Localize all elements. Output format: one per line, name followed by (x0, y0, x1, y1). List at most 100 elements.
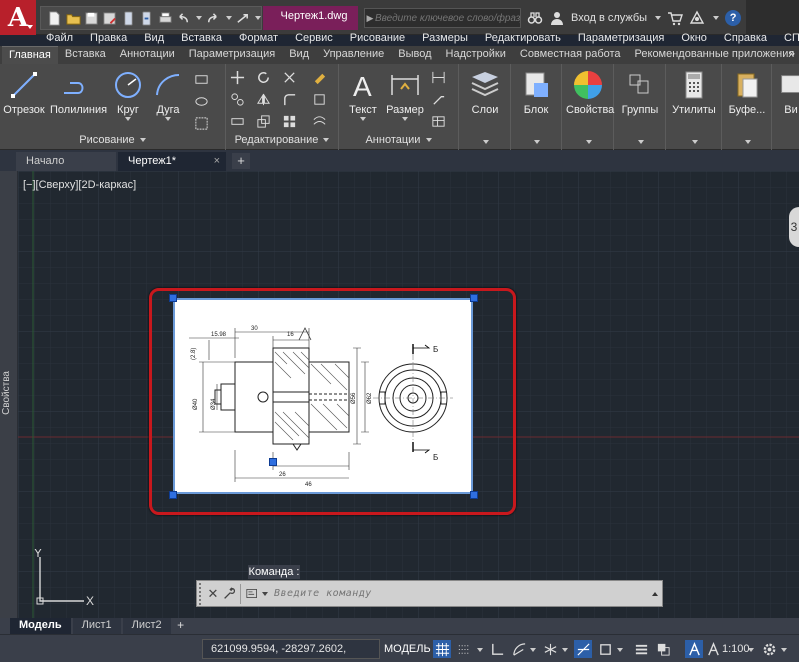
layout-tab-model[interactable]: Модель (10, 618, 71, 634)
viewport-controls[interactable]: [−][Сверху][2D-каркас] (23, 179, 136, 191)
menu-window[interactable]: Окно (681, 32, 707, 44)
menu-insert[interactable]: Вставка (181, 32, 222, 44)
erase-icon[interactable] (310, 68, 328, 86)
wrench-icon[interactable] (221, 583, 237, 605)
grid-icon[interactable] (433, 640, 451, 658)
command-history-icon[interactable] (648, 591, 662, 596)
snap-dropdown-icon[interactable] (477, 648, 483, 652)
new-tab-button[interactable]: + (232, 153, 250, 169)
rectangle-icon[interactable] (192, 70, 210, 88)
binoculars-icon[interactable] (527, 10, 543, 26)
copy-icon[interactable] (228, 90, 246, 108)
multileader-icon[interactable] (429, 90, 447, 108)
circle-button[interactable]: Круг (106, 68, 150, 121)
tab-addins[interactable]: Надстройки (439, 46, 513, 64)
menu-edit[interactable]: Правка (90, 32, 127, 44)
new-file-icon[interactable] (47, 10, 62, 26)
annotation-autoscale-icon[interactable] (704, 640, 722, 658)
rotate-icon[interactable] (254, 68, 272, 86)
lineweight-icon[interactable] (632, 640, 650, 658)
dimension-button[interactable]: Размер (383, 68, 427, 121)
search-input[interactable] (375, 12, 520, 24)
plot-icon[interactable] (157, 10, 172, 26)
text-dropdown-icon[interactable] (360, 117, 366, 121)
sign-in-link[interactable]: Вход в службы (571, 12, 647, 24)
file-tab-drawing1[interactable]: Чертеж1* × (118, 152, 226, 171)
cart-icon[interactable] (667, 10, 684, 26)
text-button[interactable]: A Текст (341, 68, 385, 121)
open-web-icon[interactable] (121, 10, 136, 26)
dimension-dropdown-icon[interactable] (402, 117, 408, 121)
move-icon[interactable] (228, 68, 246, 86)
share-icon[interactable] (235, 10, 250, 26)
chevron-down-icon[interactable] (691, 140, 698, 144)
chevron-down-icon[interactable] (534, 140, 540, 144)
fillet-icon[interactable] (280, 90, 298, 108)
tab-output[interactable]: Вывод (391, 46, 438, 64)
tab-manage[interactable]: Управление (316, 46, 391, 64)
more-tabs-button[interactable]: » (789, 48, 795, 60)
close-icon[interactable]: × (214, 155, 220, 167)
undo-dropdown-icon[interactable] (196, 16, 203, 20)
redo-icon[interactable] (205, 10, 220, 26)
workspace-dropdown-icon[interactable] (781, 648, 787, 652)
save-as-icon[interactable] (102, 10, 117, 26)
new-layout-button[interactable]: + (173, 618, 189, 634)
arc-dropdown-icon[interactable] (165, 117, 171, 121)
exchange-dropdown-icon[interactable] (713, 16, 720, 20)
user-icon[interactable] (549, 10, 565, 26)
save-web-icon[interactable] (139, 10, 154, 26)
sign-in-dropdown-icon[interactable] (655, 16, 662, 20)
stretch-icon[interactable] (228, 112, 246, 130)
exchange-icon[interactable] (689, 10, 705, 26)
annotation-scale[interactable]: 1:100 (722, 643, 750, 655)
menu-tools[interactable]: Сервис (295, 32, 333, 44)
menu-view[interactable]: Вид (144, 32, 164, 44)
tab-collaborate[interactable]: Совместная работа (513, 46, 628, 64)
menu-draw[interactable]: Рисование (350, 32, 405, 44)
redo-dropdown-icon[interactable] (225, 16, 232, 20)
chevron-down-icon[interactable] (482, 140, 489, 144)
viewcube[interactable]: 3 (789, 207, 799, 247)
gear-icon[interactable] (760, 640, 778, 658)
ortho-icon[interactable] (488, 640, 506, 658)
object-snap-tracking-icon[interactable] (574, 640, 592, 658)
command-prompt-icon[interactable] (244, 583, 260, 605)
model-space-button[interactable]: МОДЕЛЬ (384, 639, 431, 659)
tab-parametric[interactable]: Параметризация (182, 46, 282, 64)
chevron-down-icon[interactable] (637, 140, 644, 144)
menu-modify[interactable]: Редактировать (485, 32, 561, 44)
chevron-down-icon[interactable] (585, 140, 592, 144)
chevron-down-icon[interactable] (744, 140, 751, 144)
hatch-icon[interactable] (192, 92, 210, 110)
line-button[interactable]: Отрезок (2, 68, 46, 116)
properties-button[interactable]: Свойства (566, 68, 614, 116)
help-icon[interactable]: ? (725, 10, 742, 26)
gradient-icon[interactable] (192, 114, 210, 132)
object-snap-icon[interactable] (596, 640, 614, 658)
groups-button[interactable]: Группы (618, 68, 662, 116)
polyline-button[interactable]: Полилиния (50, 68, 107, 116)
object-snap-dropdown-icon[interactable] (617, 648, 623, 652)
menu-help[interactable]: Справка (724, 32, 767, 44)
qat-customize-icon[interactable] (255, 16, 262, 20)
transparency-icon[interactable] (654, 640, 672, 658)
isodraft-icon[interactable] (541, 640, 559, 658)
open-folder-icon[interactable] (65, 10, 81, 26)
layout-tab-sheet2[interactable]: Лист2 (122, 618, 171, 634)
menu-spds[interactable]: СПДС (784, 32, 799, 44)
menu-format[interactable]: Формат (239, 32, 278, 44)
scale-dropdown-icon[interactable] (748, 648, 754, 652)
table-icon[interactable] (429, 112, 447, 130)
file-tab-start[interactable]: Начало (16, 152, 116, 171)
tab-home[interactable]: Главная (2, 46, 58, 64)
properties-palette-collapsed[interactable]: Свойства (0, 171, 18, 618)
explode-icon[interactable] (310, 90, 328, 108)
layers-button[interactable]: Слои (463, 68, 507, 116)
command-input[interactable] (268, 588, 648, 599)
utilities-button[interactable]: Утилиты (672, 68, 716, 116)
menu-file[interactable]: Файл (46, 32, 73, 44)
polar-tracking-icon[interactable] (510, 640, 528, 658)
snap-icon[interactable] (455, 640, 473, 658)
undo-icon[interactable] (176, 10, 191, 26)
